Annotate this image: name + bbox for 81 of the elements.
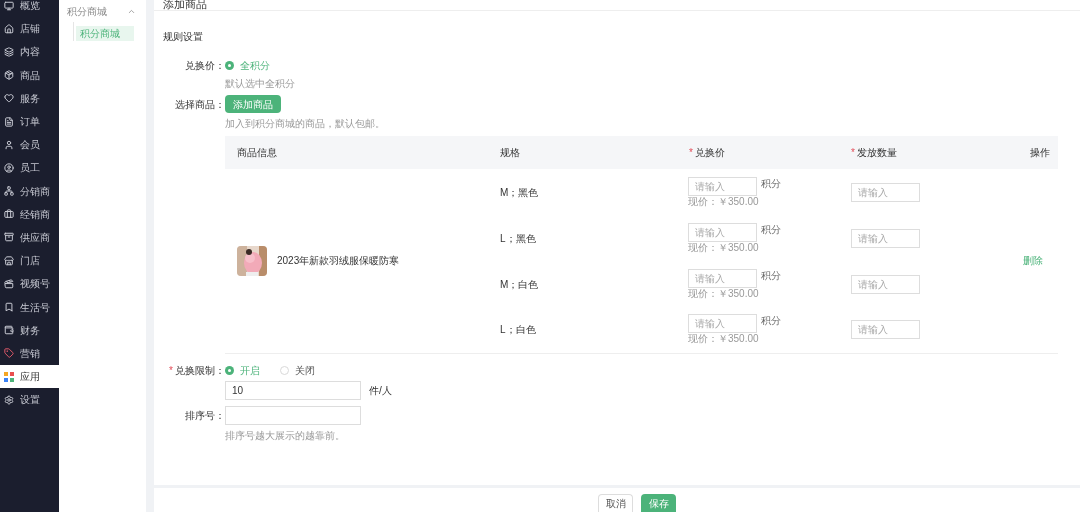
field-label: * 兑换限制： [168,364,225,378]
hint-text: 默认选中全积分 [225,78,296,90]
current-price: 现价：￥350.00 [688,333,760,346]
hint-text: 加入到积分商城的商品，默认包邮。 [225,118,386,130]
sidebar-item[interactable]: 服务 [0,86,59,110]
spec-text: L；黑色 [500,232,536,244]
radio-button[interactable] [225,366,234,375]
current-price: 现价：￥350.00 [688,287,760,300]
user-icon [4,139,14,150]
field-label: 排序号： [184,408,225,423]
sidebar-item[interactable]: 内容 [0,40,59,64]
sort-input[interactable] [225,405,361,425]
quantity-input[interactable]: 请输入 [851,320,920,340]
field-label: 兑换价： [184,58,225,73]
sidebar-item[interactable]: 订单 [0,109,59,134]
spec-text: L；白色 [500,324,536,336]
radio-label: 开启 [240,364,260,378]
limit-input[interactable]: 10 [225,380,361,400]
grid-icon [4,371,14,382]
store-icon [4,255,14,266]
unit-text: 积分 [761,314,781,329]
price-input[interactable]: 请输入 [688,268,757,288]
column-header: 规格 [500,136,688,169]
sidebar-item[interactable]: 应用 [0,365,59,389]
price-input[interactable]: 请输入 [688,222,757,242]
submenu-group[interactable]: 积分商城 [59,0,146,22]
sidebar-item[interactable]: 店铺 [0,17,59,41]
column-header: * 发放数量 [851,136,1001,169]
document-icon [4,116,14,127]
sidebar-item[interactable]: 经销商 [0,202,59,226]
column-header: 商品信息 [225,136,500,169]
sidebar-item[interactable]: 商品 [0,63,59,87]
box-icon [4,70,14,81]
sidebar-item[interactable]: 生活号 [0,295,59,319]
radio-label: 全积分 [240,58,270,73]
spec-text: M；白色 [500,278,539,290]
sidebar-item[interactable]: 设置 [0,388,59,412]
current-price: 现价：￥350.00 [688,241,760,254]
settings-icon [4,394,14,405]
unit-text: 积分 [761,222,781,237]
wallet-icon [4,325,14,336]
quantity-input[interactable]: 请输入 [851,182,920,202]
quantity-input[interactable]: 请输入 [851,274,920,294]
column-header: 操作 [1001,136,1058,169]
cancel-button[interactable]: 取消 [598,494,633,512]
tag-icon [4,348,14,359]
sidebar-item[interactable]: 供应商 [0,225,59,250]
video-icon [4,278,14,289]
archive-icon [4,232,14,243]
sidebar-item[interactable]: 门店 [0,249,59,273]
briefcase-icon [4,209,14,220]
monitor-icon [4,0,14,11]
sidebar-item[interactable]: 视频号 [0,272,59,296]
sidebar-item[interactable]: 会员 [0,133,59,157]
hint-text: 排序号越大展示的越靠前。 [225,429,346,442]
unit-text: 件/人 [369,383,392,398]
price-input[interactable]: 请输入 [688,314,757,334]
sidebar-item[interactable]: 财务 [0,318,59,342]
radio-button[interactable] [225,60,234,70]
unit-text: 积分 [761,268,781,283]
radio-button[interactable] [280,366,289,375]
spec-text: M；黑色 [500,186,539,198]
heart-icon [4,93,14,104]
section-title: 规则设置 [163,30,204,43]
current-price: 现价：￥350.00 [688,195,760,208]
field-label: 选择商品： [174,97,225,112]
sidebar-item[interactable]: 概览 [0,0,59,18]
column-header: * 兑换价 [688,136,851,169]
layers-icon [4,46,14,57]
bookmark-icon [4,302,14,313]
hierarchy-icon [4,186,14,197]
sidebar-item[interactable]: 营销 [0,341,59,365]
radio-label: 关闭 [295,364,315,378]
sidebar-item[interactable]: 员工 [0,156,59,180]
unit-text: 积分 [761,176,781,191]
house-icon [4,23,14,34]
sidebar-item[interactable]: 分销商 [0,179,59,203]
price-input[interactable]: 请输入 [688,176,757,196]
user-circle-icon [4,162,14,173]
product-name: 2023年新款羽绒服保暖防寒 [277,254,400,269]
quantity-input[interactable]: 请输入 [851,228,920,248]
